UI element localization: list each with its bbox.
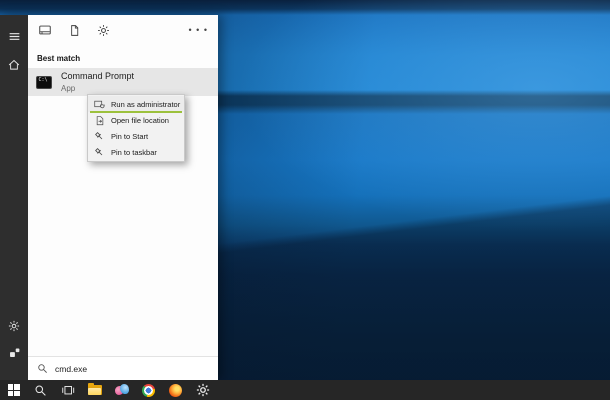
chrome-button[interactable] (141, 383, 156, 398)
start-button[interactable] (6, 383, 21, 398)
home-button[interactable] (6, 57, 22, 73)
settings-rail-button[interactable] (6, 318, 22, 334)
search-results-panel: • • • Best match C:\ Command Prompt App … (28, 15, 218, 380)
menu-item-open-file-location[interactable]: Open file location (88, 112, 184, 128)
taskbar-settings-button[interactable] (195, 383, 210, 398)
best-match-result-command-prompt[interactable]: C:\ Command Prompt App (28, 68, 218, 96)
windows-logo-icon (8, 384, 20, 396)
file-explorer-icon (88, 385, 102, 395)
hamburger-icon (8, 30, 21, 43)
search-icon (34, 384, 47, 397)
gear-icon (8, 320, 20, 332)
feedback-button[interactable] (6, 344, 22, 360)
result-subtitle: App (61, 84, 134, 93)
documents-filter-button[interactable] (67, 23, 81, 37)
firefox-icon (169, 384, 182, 397)
run-as-admin-icon (94, 99, 105, 110)
menu-item-label: Run as administrator (111, 100, 180, 109)
apps-filter-button[interactable] (38, 23, 52, 37)
apps-filter-icon (38, 23, 52, 37)
hamburger-menu-button[interactable] (6, 28, 22, 44)
task-view-icon (61, 383, 75, 397)
paint3d-icon (115, 384, 129, 396)
menu-item-label: Open file location (111, 116, 169, 125)
best-match-header: Best match (28, 45, 218, 68)
command-prompt-icon: C:\ (36, 76, 52, 89)
task-view-button[interactable] (60, 383, 75, 398)
more-options-button[interactable]: • • • (189, 27, 208, 33)
open-file-location-icon (94, 115, 105, 126)
taskbar (0, 380, 610, 400)
pin-icon (94, 147, 105, 158)
menu-item-pin-to-taskbar[interactable]: Pin to taskbar (88, 144, 184, 160)
search-icon (37, 363, 48, 374)
result-title: Command Prompt (61, 71, 134, 81)
document-icon (68, 24, 81, 37)
chrome-icon (142, 384, 155, 397)
search-filter-bar: • • • (28, 15, 218, 45)
feedback-icon (8, 346, 21, 359)
pin-icon (94, 131, 105, 142)
context-menu: Run as administrator Open file location … (87, 94, 185, 162)
search-rail (0, 15, 28, 380)
menu-item-run-as-administrator[interactable]: Run as administrator (88, 96, 184, 112)
paint3d-app-button[interactable] (114, 383, 129, 398)
menu-item-label: Pin to Start (111, 132, 148, 141)
settings-filter-button[interactable] (96, 23, 110, 37)
gear-icon (196, 383, 210, 397)
gear-icon (97, 24, 110, 37)
menu-item-pin-to-start[interactable]: Pin to Start (88, 128, 184, 144)
firefox-button[interactable] (168, 383, 183, 398)
menu-item-label: Pin to taskbar (111, 148, 157, 157)
file-explorer-button[interactable] (87, 383, 102, 398)
search-flyout: • • • Best match C:\ Command Prompt App … (0, 15, 218, 380)
home-icon (8, 59, 20, 71)
search-input[interactable]: cmd.exe (28, 356, 218, 380)
search-query-text: cmd.exe (55, 364, 87, 374)
taskbar-search-button[interactable] (33, 383, 48, 398)
desktop-screen: • • • Best match C:\ Command Prompt App … (0, 0, 610, 400)
